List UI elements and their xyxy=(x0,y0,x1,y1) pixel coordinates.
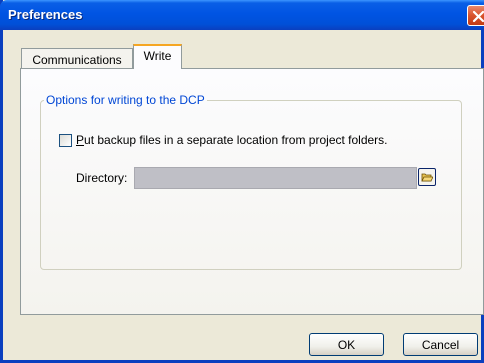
tab-write-label: Write xyxy=(143,49,172,63)
directory-field[interactable] xyxy=(134,167,417,189)
title-bar[interactable]: Preferences xyxy=(0,0,484,30)
browse-directory-button[interactable] xyxy=(418,168,436,186)
separate-location-checkbox[interactable] xyxy=(59,134,72,147)
tab-communications-label: Communications xyxy=(32,53,122,67)
window-title: Preferences xyxy=(8,7,83,22)
checkbox-label-text: ut backup files in a separate location f… xyxy=(84,133,388,147)
tab-communications[interactable]: Communications xyxy=(21,48,133,68)
close-button[interactable] xyxy=(467,5,484,26)
cancel-button[interactable]: Cancel xyxy=(403,333,478,356)
separate-location-checkbox-label[interactable]: Put backup files in a separate location … xyxy=(76,133,388,147)
directory-label: Directory: xyxy=(76,171,128,185)
tab-write[interactable]: Write xyxy=(133,44,182,69)
options-group-legend: Options for writing to the DCP xyxy=(44,93,207,107)
mnemonic-letter: P xyxy=(76,133,85,147)
ok-button[interactable]: OK xyxy=(309,333,384,356)
